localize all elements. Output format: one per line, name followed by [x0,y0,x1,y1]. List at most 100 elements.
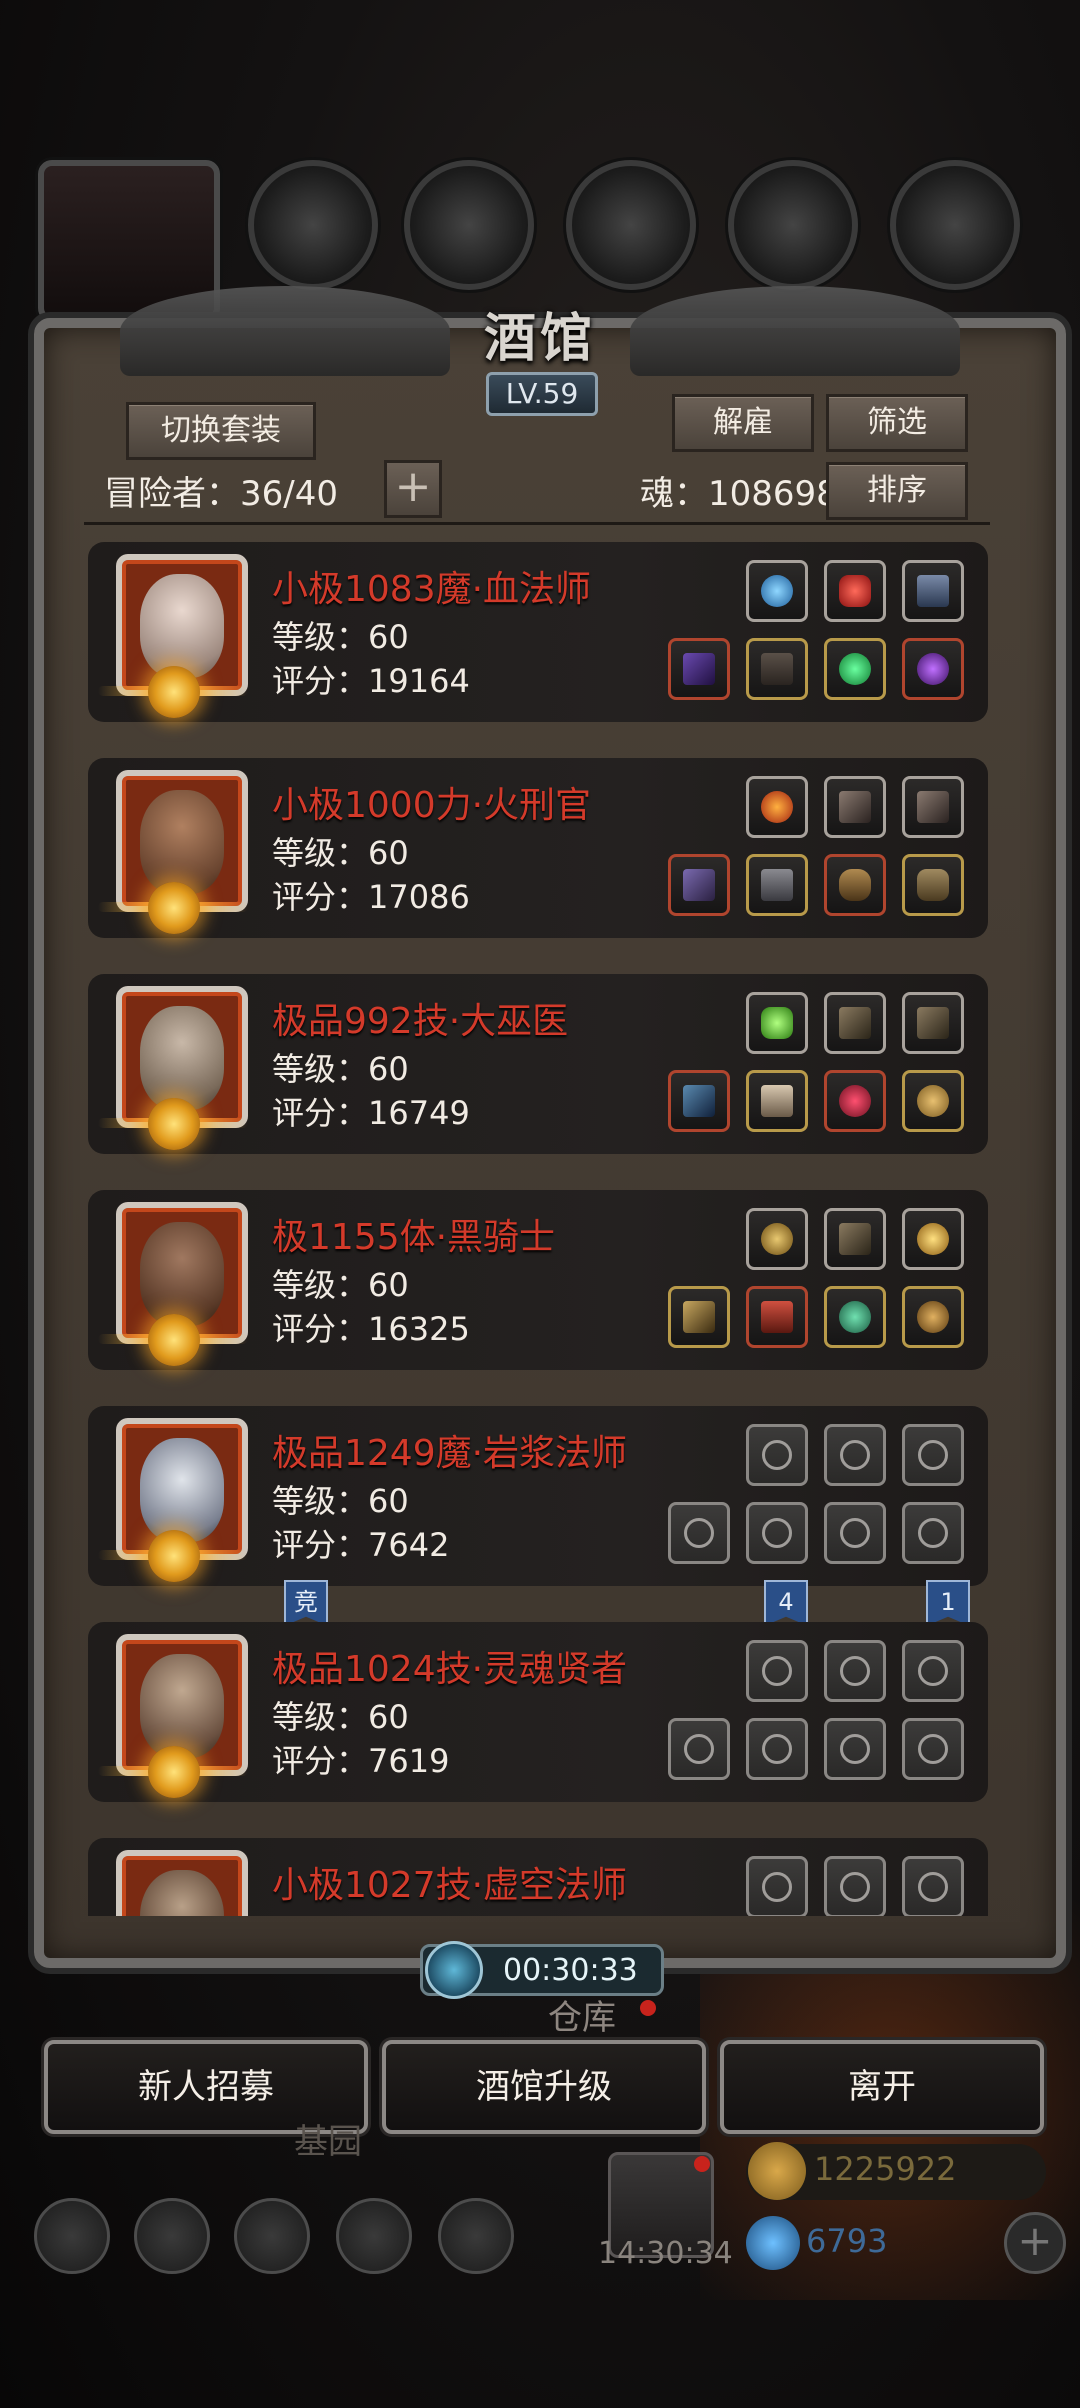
gem-currency-icon [746,2216,800,2270]
necklace-icon[interactable] [824,1286,886,1348]
feather-icon[interactable] [902,776,964,838]
ornament-left [120,286,450,376]
hero-level: 等级：60 [272,834,409,872]
crossbow-icon[interactable] [824,1208,886,1270]
sort-button[interactable]: 排序 [826,462,968,520]
crossbow-icon[interactable] [902,992,964,1054]
add-slot-button[interactable]: + [384,460,442,518]
hero-card[interactable]: 极品1249魔·岩浆法师 等级：60 评分：7642 [88,1406,988,1586]
meat-resource-icon[interactable] [248,160,378,290]
empty-flame-slot-icon[interactable] [746,1424,808,1486]
empty-armor-slot-icon[interactable] [746,1718,808,1780]
upgrade-tavern-button[interactable]: 酒馆升级 [382,2040,706,2134]
tavern-timer: 00:30:33 [420,1941,664,1999]
adventurer-count: 冒险者：36/40 [104,474,338,514]
empty-flame-slot-icon[interactable] [746,1640,808,1702]
dismiss-button[interactable]: 解雇 [672,394,814,452]
hero-name: 小极1027技·虚空法师 [272,1865,628,1906]
warehouse-label[interactable]: 仓库 [548,1990,616,2039]
count-tag: 4 [764,1580,808,1626]
crossbow-icon[interactable] [824,992,886,1054]
empty-armor-slot-icon[interactable] [746,1502,808,1564]
empty-hourglass-slot-icon[interactable] [902,1856,964,1916]
page-title: 酒馆 [483,308,596,369]
empty-ring-slot-icon[interactable] [902,1718,964,1780]
empty-hourglass-slot-icon[interactable] [902,1424,964,1486]
timer-text: 00:30:33 [503,1953,638,1988]
dice-icon[interactable] [438,2198,514,2274]
add-currency-icon[interactable]: + [1004,2212,1066,2274]
hero-name: 极品992技·大巫医 [272,1001,569,1042]
staff-icon[interactable] [668,638,730,700]
hero-name: 极品1024技·灵魂贤者 [272,1649,628,1690]
emerald-icon[interactable] [824,638,886,700]
empty-weapon-slot-icon[interactable] [668,1718,730,1780]
boots-icon[interactable] [902,854,964,916]
hero-list[interactable]: 小极1083魔·血法师 等级：60 评分：19164 小极1000力·火刑官 等… [60,540,1020,1916]
lantern-icon[interactable] [902,1208,964,1270]
gold-coin-icon [748,2142,806,2200]
mail-icon[interactable] [336,2198,412,2274]
stone-resource-icon[interactable] [890,160,1020,290]
filter-button[interactable]: 筛选 [826,394,968,452]
quality-gear-icon [148,882,200,934]
hero-card[interactable]: 小极1027技·虚空法师 [88,1838,988,1916]
wood-resource-icon[interactable] [404,160,534,290]
green-crystal-icon[interactable] [746,992,808,1054]
axe-icon[interactable] [668,854,730,916]
hero-level: 等级：60 [272,1050,409,1088]
bow-icon[interactable] [668,1286,730,1348]
empty-ring-slot-icon[interactable] [902,1502,964,1564]
empty-hourglass-slot-icon[interactable] [824,1640,886,1702]
count-tag: 1 [926,1580,970,1626]
divider [84,522,990,525]
hero-card[interactable]: 极1155体·黑骑士 等级：60 评分：16325 [88,1190,988,1370]
notification-dot [694,2156,710,2172]
wand-icon[interactable] [668,1070,730,1132]
feather-icon[interactable] [824,776,886,838]
red-armor-icon[interactable] [746,1286,808,1348]
gem-icon[interactable] [824,560,886,622]
garden-label: 基园 [294,2122,362,2162]
leave-button[interactable]: 离开 [720,2040,1044,2134]
grid-icon[interactable] [234,2198,310,2274]
empty-flame-slot-icon[interactable] [746,1856,808,1916]
settings-icon[interactable] [34,2198,110,2274]
hero-card[interactable]: 小极1000力·火刑官 等级：60 评分：17086 [88,758,988,938]
gem-amount: 6793 [806,2222,888,2260]
potion-icon[interactable] [824,1070,886,1132]
star-icon[interactable] [134,2198,210,2274]
quality-gear-icon [148,1746,200,1798]
ring-icon[interactable] [902,1070,964,1132]
empty-weapon-slot-icon[interactable] [668,1502,730,1564]
orb-icon[interactable] [746,560,808,622]
empty-hourglass-slot-icon[interactable] [902,1640,964,1702]
iron-resource-icon[interactable] [566,160,696,290]
hero-score: 评分：16749 [272,1094,470,1132]
cloak-icon[interactable] [746,1070,808,1132]
armor-icon[interactable] [746,854,808,916]
clock-icon [425,1941,483,1999]
empty-ring-slot-icon[interactable] [824,1718,886,1780]
empty-hourglass-slot-icon[interactable] [824,1856,886,1916]
hero-level: 等级：60 [272,618,409,656]
helmet-icon[interactable] [824,854,886,916]
empty-hourglass-slot-icon[interactable] [824,1424,886,1486]
gold-mask-icon[interactable] [746,1208,808,1270]
empty-ring-slot-icon[interactable] [824,1502,886,1564]
fire-orb-icon[interactable] [746,776,808,838]
hero-card[interactable]: 小极1083魔·血法师 等级：60 评分：19164 [88,542,988,722]
hero-name: 极品1249魔·岩浆法师 [272,1433,628,1474]
crystal-resource-icon[interactable] [728,160,858,290]
gold-amount: 1225922 [814,2150,957,2188]
ornament-right [630,286,960,376]
notification-dot [640,2000,656,2016]
spider-charm-icon[interactable] [902,1286,964,1348]
robe-icon[interactable] [746,638,808,700]
switch-outfit-button[interactable]: 切换套装 [126,402,316,460]
hero-level: 等级：60 [272,1482,409,1520]
amulet-icon[interactable] [902,638,964,700]
hero-card[interactable]: 极品992技·大巫医 等级：60 评分：16749 [88,974,988,1154]
scroll-icon[interactable] [902,560,964,622]
hero-card[interactable]: 极品1024技·灵魂贤者 等级：60 评分：7619 [88,1622,988,1802]
